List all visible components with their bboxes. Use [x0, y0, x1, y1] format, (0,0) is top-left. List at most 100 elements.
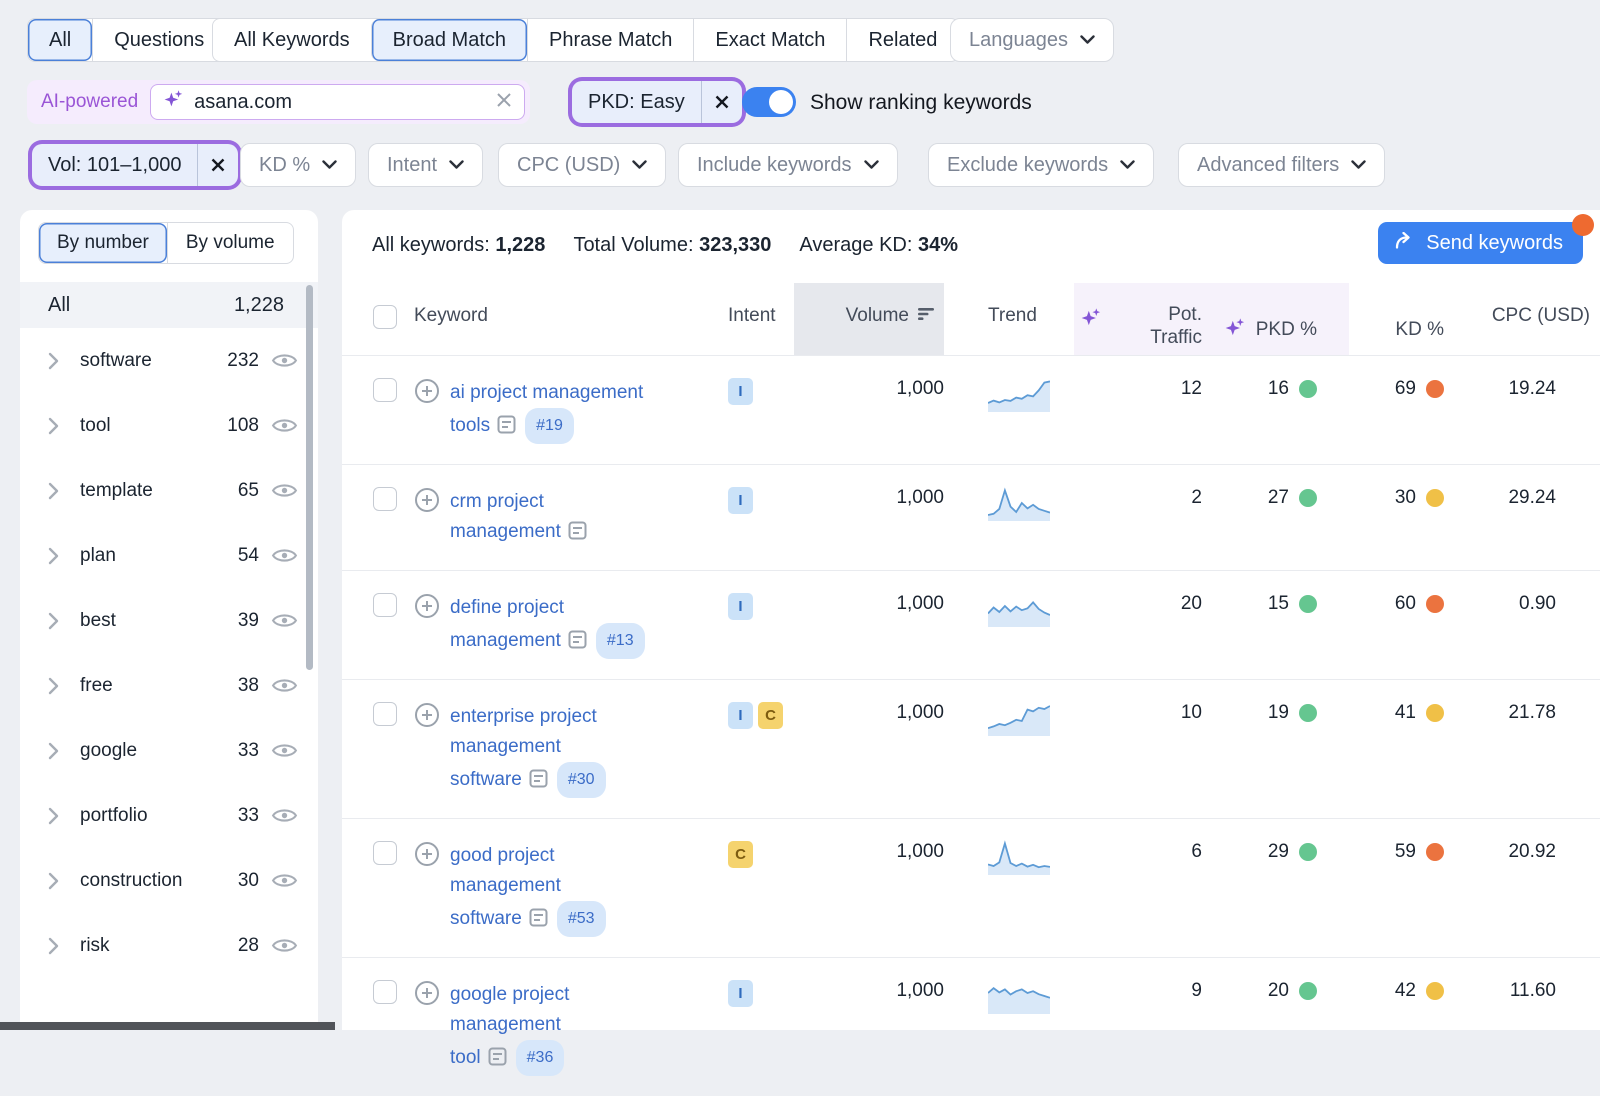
group-label: plan	[80, 545, 238, 567]
tab-all[interactable]: All	[28, 19, 92, 61]
tab-by-number[interactable]: By number	[39, 223, 167, 263]
eye-icon[interactable]	[271, 416, 298, 435]
sidebar-group-item[interactable]: best 39	[20, 588, 318, 653]
intent-filter-label: Intent	[387, 154, 437, 177]
chevron-right-icon[interactable]	[48, 937, 70, 955]
remove-pkd-filter-icon[interactable]	[701, 81, 742, 123]
serp-features-icon[interactable]	[488, 1046, 507, 1076]
chevron-down-icon	[864, 160, 879, 170]
pot-traffic-value: 12	[1074, 378, 1214, 400]
include-keywords-dropdown[interactable]: Include keywords	[678, 143, 898, 187]
group-count: 33	[238, 740, 259, 762]
circle-plus-icon[interactable]	[414, 980, 440, 1076]
serp-features-icon[interactable]	[529, 907, 548, 937]
chevron-right-icon[interactable]	[48, 742, 70, 760]
eye-icon[interactable]	[271, 481, 298, 500]
chevron-right-icon[interactable]	[48, 547, 70, 565]
group-count: 39	[238, 610, 259, 632]
row-checkbox[interactable]	[373, 702, 397, 726]
tab-exact-match[interactable]: Exact Match	[693, 19, 846, 61]
position-badge: #19	[525, 408, 574, 444]
intent-filter-dropdown[interactable]: Intent	[368, 143, 483, 187]
chevron-down-icon	[449, 160, 464, 170]
eye-icon[interactable]	[271, 546, 298, 565]
chevron-down-icon	[1120, 160, 1135, 170]
chevron-right-icon[interactable]	[48, 482, 70, 500]
sidebar-group-item[interactable]: tool 108	[20, 393, 318, 458]
sidebar-group-item[interactable]: portfolio 33	[20, 783, 318, 848]
sidebar-group-item[interactable]: software 232	[20, 328, 318, 393]
clear-search-icon[interactable]	[496, 92, 512, 113]
sidebar-group-item[interactable]: risk 28	[20, 913, 318, 978]
chevron-right-icon[interactable]	[48, 417, 70, 435]
eye-icon[interactable]	[271, 871, 298, 890]
eye-icon[interactable]	[271, 806, 298, 825]
kd-dot	[1426, 380, 1444, 398]
row-checkbox[interactable]	[373, 487, 397, 511]
send-keywords-button[interactable]: Send keywords	[1378, 222, 1583, 264]
sidebar-scrollbar[interactable]	[306, 285, 313, 670]
eye-icon[interactable]	[271, 741, 298, 760]
sort-descending-icon	[918, 305, 936, 327]
result-type-tabs: All Questions	[27, 18, 226, 62]
exclude-keywords-dropdown[interactable]: Exclude keywords	[928, 143, 1154, 187]
all-keywords-value: 1,228	[495, 234, 545, 256]
pkd-filter-chip[interactable]: PKD: Easy	[572, 81, 742, 123]
chevron-right-icon[interactable]	[48, 677, 70, 695]
sidebar-group-item[interactable]: free 38	[20, 653, 318, 718]
tab-broad-match[interactable]: Broad Match	[371, 19, 527, 61]
row-checkbox[interactable]	[373, 378, 397, 402]
eye-icon[interactable]	[271, 936, 298, 955]
circle-plus-icon[interactable]	[414, 702, 440, 798]
keyword-link[interactable]: crm projectmanagement	[450, 491, 561, 542]
serp-features-icon[interactable]	[568, 520, 587, 550]
row-checkbox[interactable]	[373, 593, 397, 617]
chevron-right-icon[interactable]	[48, 612, 70, 630]
group-count: 33	[238, 805, 259, 827]
sidebar-group-item[interactable]: google 33	[20, 718, 318, 783]
eye-icon[interactable]	[271, 676, 298, 695]
header-volume-sort[interactable]: Volume	[794, 283, 944, 355]
circle-plus-icon[interactable]	[414, 487, 440, 550]
remove-volume-filter-icon[interactable]	[197, 144, 238, 186]
chevron-right-icon[interactable]	[48, 807, 70, 825]
kd-filter-dropdown[interactable]: KD %	[240, 143, 356, 187]
group-count: 232	[227, 350, 259, 372]
serp-features-icon[interactable]	[497, 414, 516, 444]
tab-by-volume[interactable]: By volume	[167, 223, 293, 263]
sidebar-group-item[interactable]: construction 30	[20, 848, 318, 913]
pkd-value: 27	[1268, 487, 1289, 509]
volume-filter-chip[interactable]: Vol: 101–1,000	[32, 144, 238, 186]
cpc-filter-dropdown[interactable]: CPC (USD)	[498, 143, 666, 187]
show-ranking-keywords-toggle[interactable]	[742, 87, 796, 117]
tab-related[interactable]: Related	[846, 19, 958, 61]
sidebar-group-item[interactable]: template 65	[20, 458, 318, 523]
position-badge: #36	[516, 1040, 565, 1076]
tab-questions[interactable]: Questions	[92, 19, 225, 61]
volume-value: 1,000	[794, 841, 944, 863]
circle-plus-icon[interactable]	[414, 841, 440, 937]
eye-icon[interactable]	[271, 611, 298, 630]
serp-features-icon[interactable]	[529, 768, 548, 798]
tab-phrase-match[interactable]: Phrase Match	[527, 19, 693, 61]
languages-dropdown[interactable]: Languages	[950, 18, 1114, 62]
circle-plus-icon[interactable]	[414, 593, 440, 659]
chevron-right-icon[interactable]	[48, 352, 70, 370]
table-row: define projectmanagement#13 I 1,000 20 1…	[342, 570, 1600, 679]
advanced-filters-dropdown[interactable]: Advanced filters	[1178, 143, 1385, 187]
row-checkbox[interactable]	[373, 841, 397, 865]
sidebar-group-item[interactable]: plan 54	[20, 523, 318, 588]
ai-powered-label: AI-powered	[41, 91, 138, 113]
keyword-link[interactable]: define projectmanagement	[450, 597, 564, 651]
sidebar-item-all[interactable]: All 1,228	[20, 282, 318, 328]
serp-features-icon[interactable]	[568, 629, 587, 659]
eye-icon[interactable]	[271, 351, 298, 370]
row-checkbox[interactable]	[373, 980, 397, 1004]
search-input[interactable]: asana.com	[150, 84, 525, 120]
tab-all-keywords[interactable]: All Keywords	[213, 19, 371, 61]
chevron-right-icon[interactable]	[48, 872, 70, 890]
circle-plus-icon[interactable]	[414, 378, 440, 444]
total-volume-value: 323,330	[699, 234, 771, 256]
select-all-checkbox[interactable]	[373, 305, 397, 329]
header-pkd: PKD %	[1214, 283, 1349, 355]
